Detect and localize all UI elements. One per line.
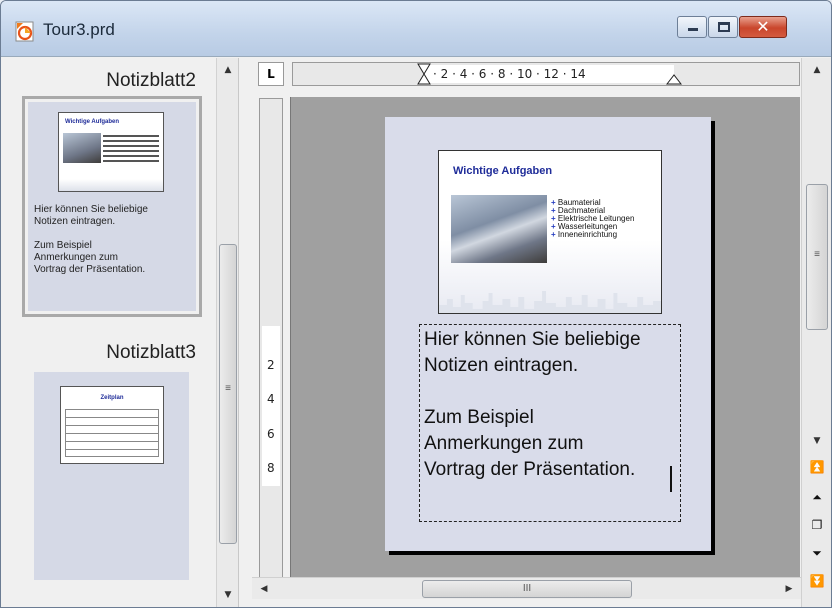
last-page-icon[interactable]: ⏬: [805, 570, 829, 592]
scroll-left-icon[interactable]: ◀: [254, 578, 274, 600]
right-indent-icon[interactable]: [666, 73, 682, 85]
scroll-down-icon[interactable]: ▼: [217, 585, 239, 605]
maximize-button[interactable]: [708, 16, 738, 38]
close-icon: ✕: [756, 17, 770, 36]
horizontal-ruler[interactable]: · 2 · 4 · 6 · 8 · 10 · 12 · 14: [292, 62, 800, 86]
scrollbar-thumb[interactable]: III: [422, 580, 632, 598]
ruler-number: 6: [267, 427, 275, 441]
previous-page-icon[interactable]: ⏶: [805, 486, 829, 508]
thumbnail-label: Notizblatt2: [106, 70, 196, 91]
mini-notes-text: Hier können Sie beliebige Notizen eintra…: [34, 204, 148, 275]
mini-slide-image: [63, 133, 101, 163]
grip-icon: ≡: [225, 383, 231, 394]
slide-image: [451, 195, 547, 263]
thumbnail-label: Notizblatt3: [106, 342, 196, 363]
skyline-decoration: [439, 291, 661, 313]
mini-slide-preview: Zeitplan: [60, 386, 164, 464]
scrollbar-thumb[interactable]: ≡: [219, 244, 237, 544]
notes-line: Zum Beispiel: [424, 407, 534, 428]
notes-line: Vortrag der Präsentation.: [424, 459, 636, 480]
grip-icon: ≡: [814, 249, 820, 260]
notes-page-thumbnail-2[interactable]: Wichtige Aufgaben Hier können Sie belieb…: [22, 96, 202, 317]
document-canvas[interactable]: Wichtige Aufgaben Baumaterial Dachmateri…: [290, 97, 800, 599]
mini-slide-title: Zeitplan: [100, 395, 124, 401]
app-window: Tour3.prd ✕ Notizblatt2 Wichtige Aufgabe…: [0, 0, 832, 608]
scroll-down-icon[interactable]: ▼: [806, 431, 828, 451]
ruler-number: 8: [267, 461, 275, 475]
ruler-scale: · 2 · 4 · 6 · 8 · 10 · 12 · 14: [433, 67, 586, 81]
notes-text-box[interactable]: Hier können Sie beliebige Notizen eintra…: [419, 324, 681, 522]
ruler-number: 2: [267, 358, 275, 372]
window-title: Tour3.prd: [43, 20, 115, 39]
indent-marker-icon[interactable]: [417, 63, 431, 87]
mini-slide-preview: Wichtige Aufgaben: [58, 112, 164, 192]
scrollbar-thumb[interactable]: ≡: [806, 184, 828, 330]
notes-line: Hier können Sie beliebige: [424, 329, 641, 350]
notes-page-thumbnail-3[interactable]: Zeitplan: [34, 372, 189, 580]
slide-preview[interactable]: Wichtige Aufgaben Baumaterial Dachmateri…: [438, 150, 662, 314]
navigator-icon[interactable]: ❐: [805, 514, 829, 536]
app-icon: [15, 21, 34, 42]
scroll-up-icon[interactable]: ▲: [806, 60, 828, 80]
mini-slide-bullets: [103, 135, 159, 162]
close-button[interactable]: ✕: [739, 16, 787, 38]
mini-skyline: [59, 179, 163, 191]
pane-vertical-scrollbar[interactable]: ▲ ≡ ▼: [216, 58, 238, 607]
notes-pages-pane: Notizblatt2 Wichtige Aufgaben Hier könne…: [1, 58, 216, 607]
notes-line: Anmerkungen zum: [424, 433, 584, 454]
document-horizontal-scrollbar[interactable]: ◀ III ▶: [252, 577, 801, 599]
first-page-icon[interactable]: ⏫: [805, 456, 829, 478]
bullet-item: Inneneinrichtung: [551, 231, 634, 239]
scroll-right-icon[interactable]: ▶: [779, 578, 799, 600]
mini-slide-table: [65, 409, 159, 457]
ruler-number: 4: [267, 392, 275, 406]
maximize-icon: [718, 22, 730, 32]
slide-bullet-list: Baumaterial Dachmaterial Elektrische Lei…: [551, 199, 635, 239]
mini-slide-title: Wichtige Aufgaben: [65, 119, 120, 125]
next-page-icon[interactable]: ⏷: [805, 542, 829, 564]
scroll-up-icon[interactable]: ▲: [217, 60, 239, 80]
notes-page[interactable]: Wichtige Aufgaben Baumaterial Dachmateri…: [385, 117, 711, 551]
text-cursor: [670, 466, 672, 492]
document-vertical-scrollbar[interactable]: ▲ ≡ ▼ ⏫ ⏶ ❐ ⏷ ⏬: [801, 58, 831, 607]
grip-icon: III: [522, 583, 532, 594]
slide-title: Wichtige Aufgaben: [453, 165, 553, 177]
pane-splitter[interactable]: [238, 58, 252, 607]
minimize-icon: [688, 28, 698, 31]
notes-line: Notizen eintragen.: [424, 355, 579, 376]
title-bar[interactable]: Tour3.prd ✕: [1, 1, 831, 57]
minimize-button[interactable]: [677, 16, 707, 38]
vertical-ruler[interactable]: 2 4 6 8: [259, 98, 283, 598]
tab-stop-icon: L: [267, 67, 275, 81]
tab-stop-selector[interactable]: L: [258, 62, 284, 86]
